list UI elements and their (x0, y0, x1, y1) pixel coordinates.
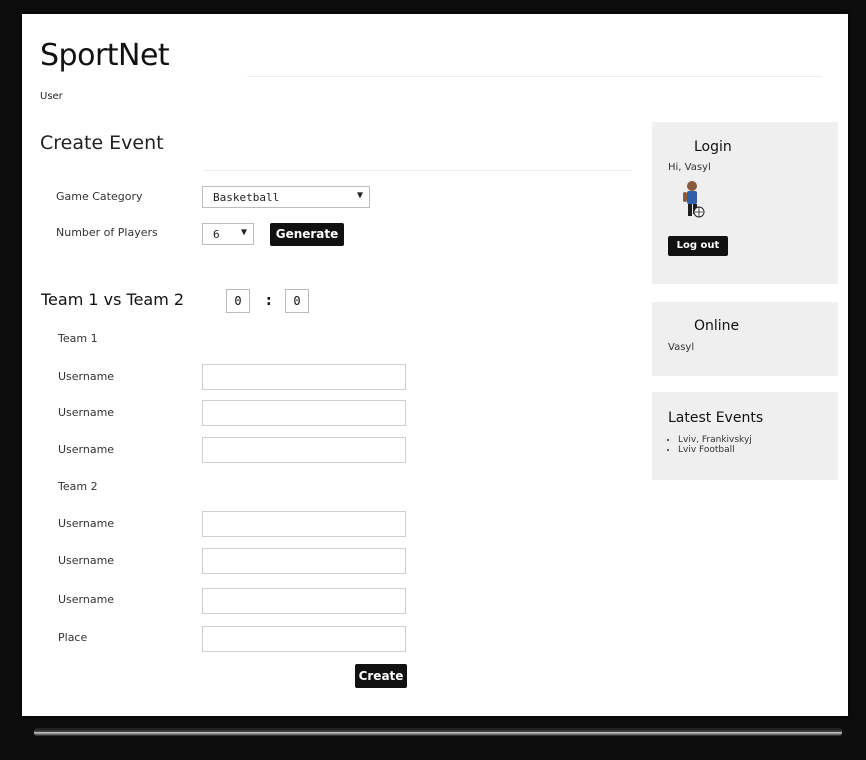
generate-button[interactable]: Generate (270, 223, 344, 246)
create-button[interactable]: Create (355, 664, 407, 688)
team1-username-label: Username (58, 443, 115, 456)
game-category-select[interactable]: Basketball ▼ (202, 186, 370, 208)
players-value: 6 (213, 228, 220, 241)
team2-username-label: Username (58, 593, 115, 606)
chevron-down-icon: ▼ (240, 227, 247, 238)
team1-username-label: Username (58, 406, 115, 419)
players-select[interactable]: 6 ▼ (202, 223, 254, 245)
game-category-label: Game Category (56, 190, 143, 203)
latest-events-panel: Latest Events Lviv, Frankivskyj Lviv Foo… (652, 392, 838, 480)
team1-username-1-input[interactable] (202, 364, 406, 390)
place-label: Place (58, 631, 88, 644)
section-divider (204, 170, 632, 171)
team2-score-input[interactable]: 0 (285, 289, 309, 313)
chevron-down-icon: ▼ (356, 190, 363, 201)
game-category-value: Basketball (213, 191, 280, 204)
team2-username-label: Username (58, 517, 115, 530)
site-title[interactable]: SportNet (40, 38, 170, 73)
login-panel-title: Login (694, 139, 732, 155)
latest-events-title: Latest Events (668, 410, 764, 426)
team2-username-1-input[interactable] (202, 511, 406, 537)
team2-username-3-input[interactable] (202, 588, 406, 614)
team2-username-label: Username (58, 554, 115, 567)
logout-button[interactable]: Log out (668, 236, 728, 256)
event-link[interactable]: Lviv Football (678, 445, 752, 455)
online-user[interactable]: Vasyl (668, 342, 694, 353)
team1-username-3-input[interactable] (202, 437, 406, 463)
place-input[interactable] (202, 626, 406, 652)
team2-label: Team 2 (58, 480, 98, 493)
event-link[interactable]: Lviv, Frankivskyj (678, 435, 752, 445)
title-divider (247, 76, 822, 77)
page-frame: SportNet User Create Event Game Category… (22, 14, 848, 716)
team1-username-2-input[interactable] (202, 400, 406, 426)
login-panel: Login Hi, Vasyl Log out (652, 122, 838, 284)
basketball-player-icon (683, 181, 705, 218)
user-greeting: Hi, Vasyl (668, 162, 711, 173)
latest-events-list: Lviv, Frankivskyj Lviv Football (666, 435, 752, 455)
team1-label: Team 1 (58, 332, 98, 345)
online-panel: Online Vasyl (652, 302, 838, 376)
team2-username-2-input[interactable] (202, 548, 406, 574)
players-label: Number of Players (56, 226, 158, 239)
page-title: Create Event (40, 132, 164, 154)
user-link[interactable]: User (40, 91, 63, 102)
team1-score-input[interactable]: 0 (226, 289, 250, 313)
score-separator: : (266, 293, 272, 309)
team1-username-label: Username (58, 370, 115, 383)
match-title: Team 1 vs Team 2 (41, 290, 185, 309)
footer-bar (34, 728, 842, 736)
online-panel-title: Online (694, 318, 740, 334)
